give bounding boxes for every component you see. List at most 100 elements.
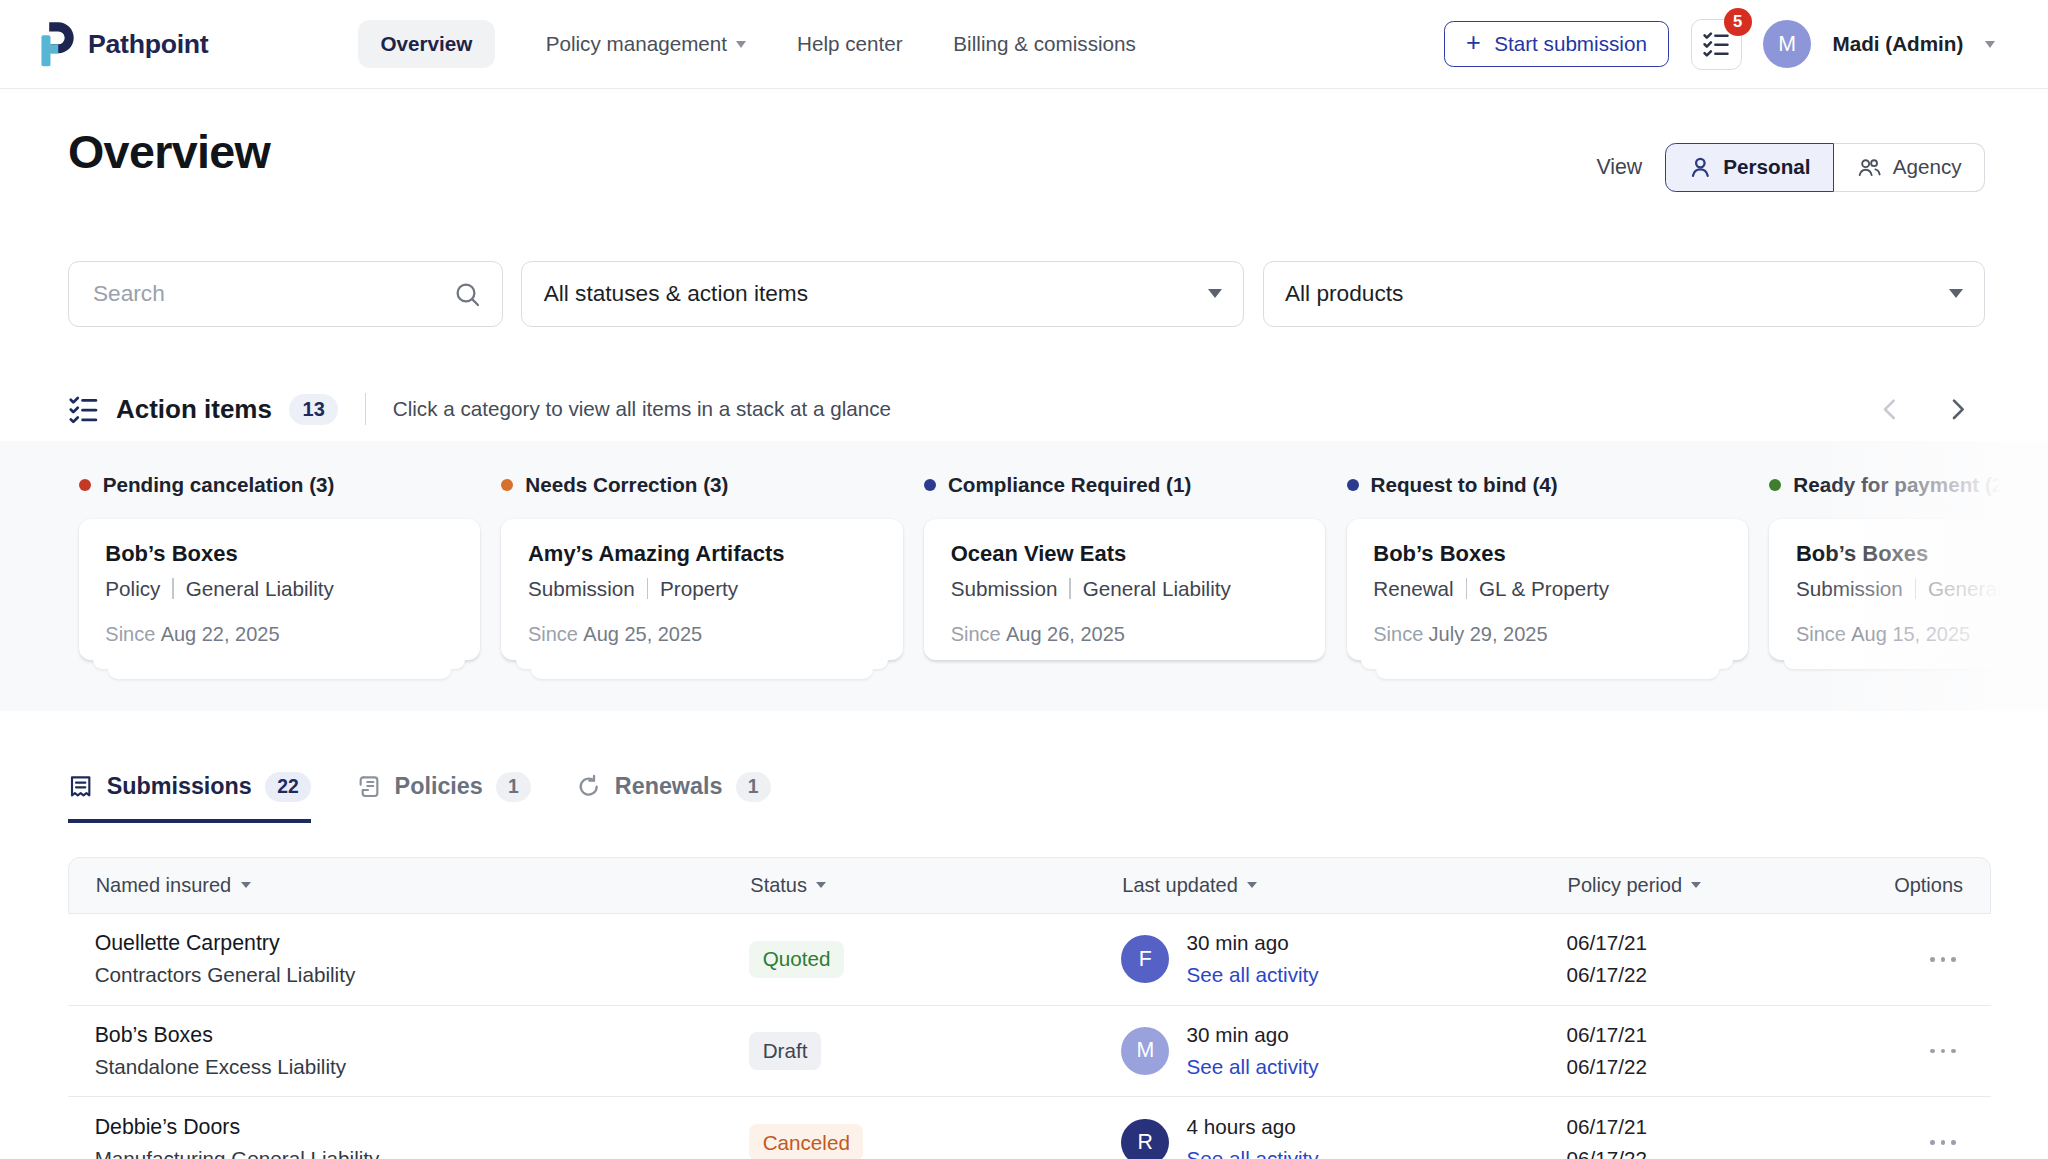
- tab-count: 22: [265, 772, 310, 802]
- category-pending-cancelation: Pending cancelation (3) Bob’s Boxes Poli…: [79, 473, 480, 678]
- table-row[interactable]: Ouellette Carpentry Contractors General …: [68, 914, 1991, 1006]
- view-toggle: View Personal: [1596, 143, 1985, 192]
- updated-cell: M 30 min ago See all activity: [1095, 1019, 1540, 1083]
- plus-icon: +: [1466, 30, 1481, 55]
- user-menu-chevron-icon[interactable]: [1985, 41, 1995, 48]
- user-avatar[interactable]: M: [1763, 20, 1811, 68]
- policies-icon: [356, 774, 381, 799]
- card-subtitle: PolicyGeneral Liability: [105, 577, 453, 601]
- nav-item-billing[interactable]: Billing & comissions: [953, 32, 1136, 56]
- action-items-button[interactable]: 5: [1691, 19, 1742, 70]
- brand[interactable]: Pathpoint: [35, 21, 209, 68]
- insured-name: Ouellette Carpentry: [95, 927, 723, 959]
- action-item-card[interactable]: Bob’s Boxes RenewalGL & Property SinceJu…: [1347, 519, 1748, 660]
- submissions-icon: [68, 774, 93, 799]
- view-option-agency[interactable]: Agency: [1834, 143, 1985, 192]
- person-icon: [1689, 156, 1712, 179]
- action-items-count: 13: [289, 394, 338, 425]
- sort-icon: [241, 882, 251, 888]
- brand-name: Pathpoint: [88, 29, 209, 60]
- user-name[interactable]: Madi (Admin): [1833, 32, 1964, 56]
- nav-item-help-center[interactable]: Help center: [797, 32, 903, 56]
- table-row[interactable]: Bob’s Boxes Standalone Excess Liability …: [68, 1006, 1991, 1098]
- status-cell: Canceled: [723, 1124, 1095, 1159]
- sort-icon: [1691, 882, 1701, 888]
- search-icon: [454, 281, 481, 308]
- card-stack: [516, 660, 888, 669]
- action-items-header: Action items 13 Click a category to view…: [68, 393, 1971, 425]
- category-label[interactable]: Pending cancelation (3): [79, 473, 480, 497]
- action-item-card[interactable]: Bob’s Boxes PolicyGeneral Liability Sinc…: [79, 519, 480, 660]
- tab-count: 1: [736, 772, 771, 802]
- action-item-card[interactable]: Amy’s Amazing Artifacts SubmissionProper…: [501, 519, 902, 660]
- view-option-personal[interactable]: Personal: [1665, 143, 1834, 192]
- main-nav: Overview Policy management Help center B…: [358, 20, 1136, 68]
- category-label[interactable]: Compliance Required (1): [924, 473, 1325, 497]
- insured-cell: Bob’s Boxes Standalone Excess Liability: [68, 1019, 723, 1083]
- nav-item-overview[interactable]: Overview: [358, 20, 495, 68]
- filter-row: All statuses & action items All products: [68, 261, 1985, 326]
- card-title: Ocean View Eats: [951, 541, 1299, 567]
- options-button[interactable]: [1828, 1049, 1991, 1054]
- col-status[interactable]: Status: [724, 874, 1096, 897]
- chevron-down-icon: [1208, 289, 1222, 298]
- chevron-right-icon[interactable]: [1944, 396, 1971, 423]
- product-filter-select[interactable]: All products: [1263, 261, 1986, 326]
- category-compliance-required: Compliance Required (1) Ocean View Eats …: [924, 473, 1325, 678]
- sort-icon: [816, 882, 826, 888]
- status-dot: [1769, 479, 1781, 491]
- card-since: SinceAug 25, 2025: [528, 623, 876, 646]
- updated-cell: F 30 min ago See all activity: [1095, 927, 1540, 991]
- top-nav: Pathpoint Overview Policy management Hel…: [0, 0, 2048, 89]
- status-filter-select[interactable]: All statuses & action items: [521, 261, 1244, 326]
- category-label[interactable]: Needs Correction (3): [501, 473, 902, 497]
- table-row[interactable]: Debbie’s Doors Manufacturing General Lia…: [68, 1097, 1991, 1159]
- options-button[interactable]: [1828, 1140, 1991, 1145]
- avatar: M: [1121, 1027, 1169, 1075]
- card-title: Bob’s Boxes: [105, 541, 453, 567]
- see-all-activity-link[interactable]: See all activity: [1187, 1051, 1319, 1083]
- action-item-card[interactable]: Ocean View Eats SubmissionGeneral Liabil…: [924, 519, 1325, 660]
- chevron-left-icon[interactable]: [1877, 396, 1904, 423]
- period-cell: 06/17/2106/17/22: [1540, 927, 1828, 991]
- status-dot: [501, 479, 513, 491]
- col-options: Options: [1829, 874, 1990, 897]
- card-since: SinceJuly 29, 2025: [1373, 623, 1721, 646]
- search-field[interactable]: [68, 261, 503, 326]
- card-subtitle: SubmissionProperty: [528, 577, 876, 601]
- card-stack: [108, 669, 451, 678]
- insured-cell: Debbie’s Doors Manufacturing General Lia…: [68, 1111, 723, 1159]
- tab-renewals[interactable]: Renewals 1: [576, 772, 770, 823]
- checklist-icon: [1702, 30, 1730, 58]
- nav-item-policy-management[interactable]: Policy management: [546, 32, 747, 56]
- status-dot: [79, 479, 91, 491]
- status-dot: [1347, 479, 1359, 491]
- tabs: Submissions 22 Policies 1: [68, 772, 1985, 823]
- col-policy-period[interactable]: Policy period: [1541, 874, 1829, 897]
- insured-cell: Ouellette Carpentry Contractors General …: [68, 927, 723, 991]
- options-button[interactable]: [1828, 957, 1991, 962]
- start-submission-button[interactable]: + Start submission: [1444, 21, 1669, 68]
- col-last-updated[interactable]: Last updated: [1096, 874, 1541, 897]
- view-segmented-control: Personal Agency: [1665, 143, 1985, 192]
- category-needs-correction: Needs Correction (3) Amy’s Amazing Artif…: [501, 473, 902, 678]
- status-badge: Canceled: [749, 1124, 863, 1159]
- action-items-hint: Click a category to view all items in a …: [393, 397, 891, 421]
- card-subtitle: SubmissionGeneral Liability: [951, 577, 1299, 601]
- status-badge: Quoted: [749, 941, 843, 978]
- page-title: Overview: [68, 124, 270, 180]
- category-label[interactable]: Request to bind (4): [1347, 473, 1748, 497]
- see-all-activity-link[interactable]: See all activity: [1187, 1143, 1319, 1159]
- insured-name: Bob’s Boxes: [95, 1019, 723, 1051]
- col-named-insured[interactable]: Named insured: [69, 874, 724, 897]
- notification-badge: 5: [1724, 8, 1752, 36]
- card-title: Bob’s Boxes: [1373, 541, 1721, 567]
- pathpoint-logo-icon: [35, 21, 76, 68]
- tab-policies[interactable]: Policies 1: [356, 772, 531, 823]
- search-input[interactable]: [90, 279, 453, 309]
- see-all-activity-link[interactable]: See all activity: [1187, 959, 1319, 991]
- chevron-down-icon: [1949, 289, 1963, 298]
- renewals-icon: [576, 774, 601, 799]
- tab-submissions[interactable]: Submissions 22: [68, 772, 311, 823]
- category-request-to-bind: Request to bind (4) Bob’s Boxes RenewalG…: [1347, 473, 1748, 678]
